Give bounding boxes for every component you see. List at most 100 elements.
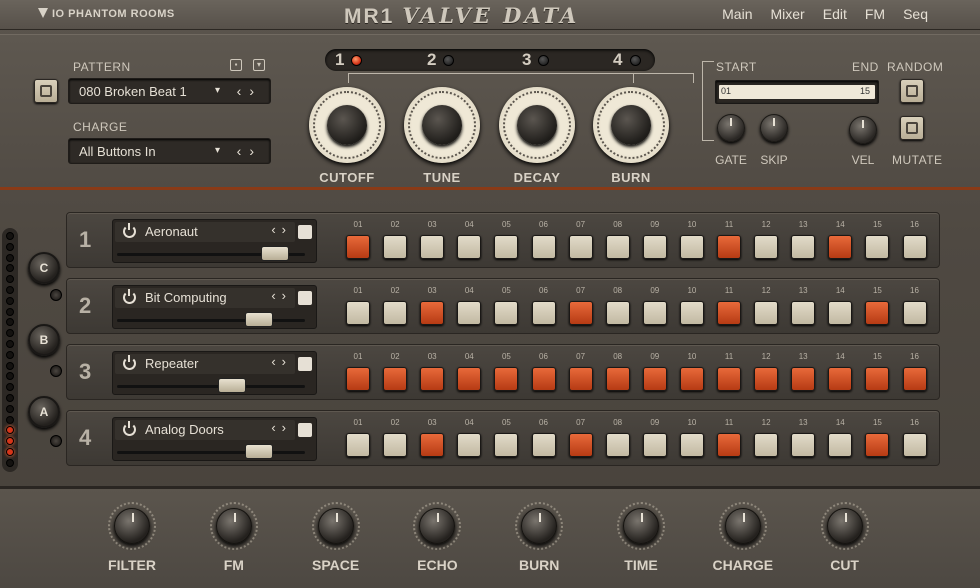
step-button[interactable] bbox=[568, 433, 593, 457]
track-prev-next[interactable]: ‹› bbox=[271, 222, 292, 237]
step-button[interactable] bbox=[902, 301, 927, 325]
step-button[interactable] bbox=[494, 235, 519, 259]
step-button[interactable] bbox=[531, 235, 556, 259]
step-button[interactable] bbox=[383, 235, 408, 259]
fm-knob[interactable] bbox=[215, 508, 252, 544]
step-button[interactable] bbox=[902, 433, 927, 457]
track-level-thumb[interactable] bbox=[261, 246, 289, 261]
variation-c-button[interactable]: C bbox=[28, 252, 60, 284]
dice-icon[interactable] bbox=[298, 291, 312, 305]
power-icon[interactable] bbox=[123, 223, 136, 238]
nav-mixer[interactable]: Mixer bbox=[771, 6, 805, 22]
step-button[interactable] bbox=[457, 433, 482, 457]
dice-icon[interactable] bbox=[298, 423, 312, 437]
track-prev-next[interactable]: ‹› bbox=[271, 420, 292, 435]
menu-down-icon[interactable]: ▾ bbox=[253, 59, 265, 71]
step-button[interactable] bbox=[605, 367, 630, 391]
mod-2-led[interactable] bbox=[443, 55, 454, 66]
step-button[interactable] bbox=[865, 235, 890, 259]
pattern-prev-next[interactable]: ‹› bbox=[237, 83, 262, 99]
dice-icon[interactable] bbox=[298, 357, 312, 371]
nav-edit[interactable]: Edit bbox=[823, 6, 847, 22]
burn-knob[interactable] bbox=[593, 87, 669, 163]
sequence-range[interactable]: 01 15 bbox=[715, 80, 879, 104]
variation-b-button[interactable]: B bbox=[28, 324, 60, 356]
track-prev-next[interactable]: ‹› bbox=[271, 354, 292, 369]
velocity-knob[interactable] bbox=[849, 116, 877, 144]
step-button[interactable] bbox=[717, 367, 741, 391]
step-button[interactable] bbox=[679, 301, 704, 325]
step-button[interactable] bbox=[531, 433, 556, 457]
step-button[interactable] bbox=[494, 367, 519, 391]
step-button[interactable] bbox=[383, 301, 408, 325]
step-button[interactable] bbox=[642, 433, 667, 457]
step-button[interactable] bbox=[828, 367, 853, 391]
step-button[interactable] bbox=[679, 367, 704, 391]
step-button[interactable] bbox=[791, 235, 816, 259]
time-knob[interactable] bbox=[623, 508, 659, 544]
step-button[interactable] bbox=[865, 301, 890, 325]
nav-fm[interactable]: FM bbox=[865, 6, 885, 22]
track-level-slider[interactable] bbox=[117, 319, 305, 322]
track-name-field[interactable]: Bit Computing bbox=[115, 288, 295, 308]
track-name-field[interactable]: Aeronaut bbox=[115, 222, 295, 242]
tune-knob[interactable] bbox=[404, 87, 480, 163]
metronome-button[interactable] bbox=[34, 79, 58, 103]
track-prev-next[interactable]: ‹› bbox=[271, 288, 292, 303]
mod-4-led[interactable] bbox=[630, 55, 641, 66]
step-button[interactable] bbox=[717, 301, 741, 325]
step-button[interactable] bbox=[754, 235, 779, 259]
mod-1-led[interactable] bbox=[351, 55, 362, 66]
step-button[interactable] bbox=[605, 433, 630, 457]
step-button[interactable] bbox=[902, 367, 927, 391]
step-button[interactable] bbox=[754, 433, 779, 457]
step-button[interactable] bbox=[828, 301, 853, 325]
step-button[interactable] bbox=[346, 235, 370, 259]
track-level-thumb[interactable] bbox=[217, 378, 246, 393]
nav-seq[interactable]: Seq bbox=[903, 6, 928, 22]
cut-knob[interactable] bbox=[826, 508, 863, 544]
step-button[interactable] bbox=[457, 235, 482, 259]
step-button[interactable] bbox=[383, 367, 408, 391]
step-button[interactable] bbox=[494, 301, 519, 325]
step-button[interactable] bbox=[457, 367, 482, 391]
step-button[interactable] bbox=[346, 367, 370, 391]
step-button[interactable] bbox=[420, 301, 445, 325]
step-button[interactable] bbox=[346, 433, 370, 457]
variation-a-dot[interactable] bbox=[50, 435, 62, 447]
step-button[interactable] bbox=[865, 433, 890, 457]
step-button[interactable] bbox=[717, 433, 741, 457]
step-button[interactable] bbox=[531, 301, 556, 325]
pattern-dropdown[interactable]: 080 Broken Beat 1 ▾ ‹› bbox=[68, 78, 271, 104]
save-icon[interactable]: ▪ bbox=[230, 59, 242, 71]
step-button[interactable] bbox=[791, 433, 816, 457]
step-button[interactable] bbox=[605, 301, 630, 325]
step-button[interactable] bbox=[791, 301, 816, 325]
step-button[interactable] bbox=[531, 367, 556, 391]
step-button[interactable] bbox=[679, 235, 704, 259]
track-name-field[interactable]: Repeater bbox=[115, 354, 295, 374]
variation-a-button[interactable]: A bbox=[28, 396, 60, 428]
track-level-slider[interactable] bbox=[117, 385, 305, 388]
gate-knob[interactable] bbox=[717, 114, 745, 142]
variation-c-dot[interactable] bbox=[50, 289, 62, 301]
variation-b-dot[interactable] bbox=[50, 365, 62, 377]
step-button[interactable] bbox=[605, 235, 630, 259]
step-button[interactable] bbox=[754, 367, 779, 391]
decay-knob[interactable] bbox=[499, 87, 575, 163]
step-button[interactable] bbox=[494, 433, 519, 457]
step-button[interactable] bbox=[642, 301, 667, 325]
power-icon[interactable] bbox=[123, 421, 136, 436]
step-button[interactable] bbox=[642, 235, 667, 259]
track-level-thumb[interactable] bbox=[245, 444, 273, 459]
power-icon[interactable] bbox=[123, 355, 136, 370]
cutoff-knob[interactable] bbox=[309, 87, 385, 163]
step-button[interactable] bbox=[457, 301, 482, 325]
burn-knob[interactable] bbox=[521, 508, 558, 544]
step-button[interactable] bbox=[568, 367, 593, 391]
step-button[interactable] bbox=[383, 433, 408, 457]
dice-icon[interactable] bbox=[298, 225, 312, 239]
step-button[interactable] bbox=[420, 235, 445, 259]
step-button[interactable] bbox=[642, 367, 667, 391]
step-button[interactable] bbox=[828, 235, 853, 259]
